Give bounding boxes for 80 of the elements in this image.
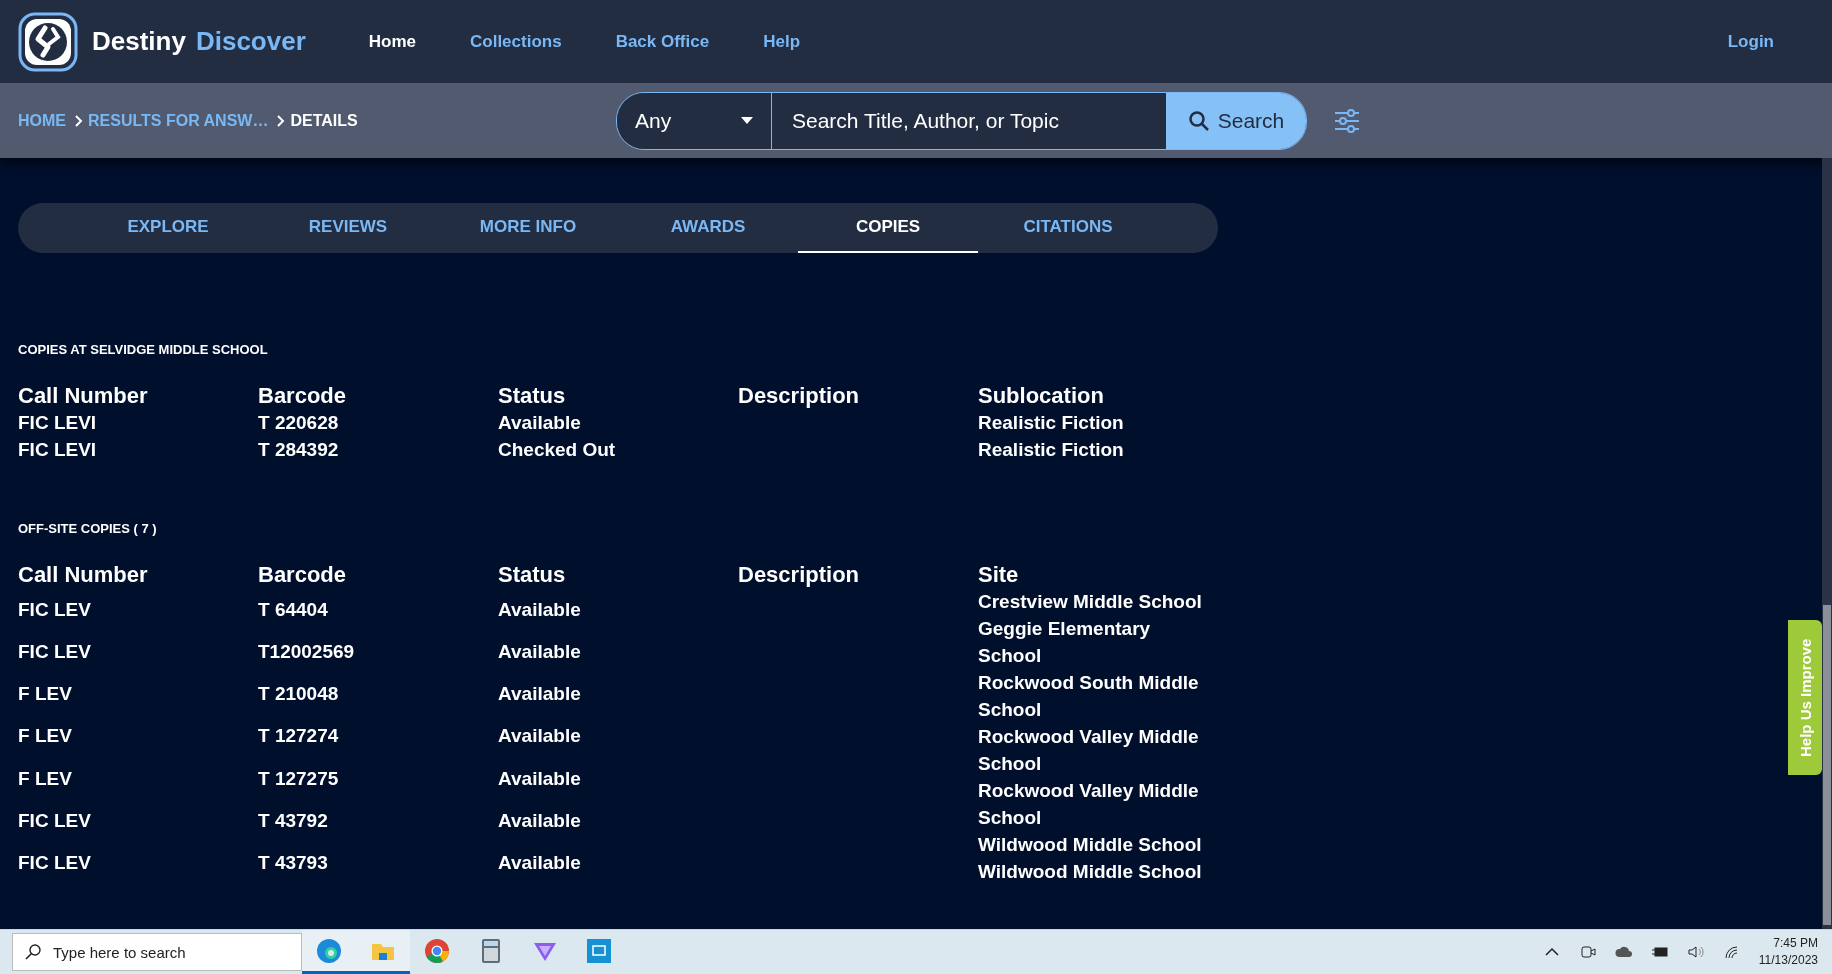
table-cell-text: Wildwood Middle School [978, 860, 1203, 884]
nav-link[interactable]: Home [341, 31, 443, 52]
nav-link[interactable]: Back Office [588, 31, 737, 52]
clock-time: 7:45 PM [1773, 935, 1818, 952]
chevron-icon [276, 113, 287, 128]
table-cell-text: T 127275 [258, 766, 339, 791]
column-header: Call Number [18, 562, 149, 588]
column-header: Barcode [258, 383, 348, 409]
column-header: Description [738, 562, 861, 588]
tab[interactable]: MORE INFO [438, 203, 618, 253]
table-cell-text: Available [498, 766, 581, 791]
table-cell-text: Rockwood South Middle School [978, 671, 1200, 722]
cloud-icon[interactable] [1614, 944, 1633, 960]
nav-link[interactable]: Help [736, 31, 827, 52]
camera-icon[interactable] [1578, 944, 1597, 960]
table-cell-text: Available [498, 808, 581, 833]
search-icon [25, 944, 41, 960]
section-title: OFF-SITE COPIES ( 7 ) [18, 521, 158, 536]
taskbar-app[interactable] [302, 930, 356, 974]
filter-sliders-icon[interactable] [1333, 106, 1361, 135]
clock[interactable]: 7:45 PM 11/13/2023 [1758, 935, 1818, 969]
table-cell-text: FIC LEVI [18, 411, 98, 435]
taskbar-search-field[interactable]: Type here to search [12, 933, 302, 971]
network-app-icon [586, 937, 612, 964]
table-cell-text: Crestview Middle School [978, 590, 1203, 614]
battery-icon[interactable] [1650, 944, 1669, 960]
table-cell-text: T 43792 [258, 808, 328, 833]
table-cell-text: T 64404 [258, 598, 328, 622]
table-cell-text: F LEV [18, 766, 72, 791]
column-header: Call Number [18, 383, 149, 409]
table-cell-text: F LEV [18, 724, 72, 749]
column-header: Sublocation [978, 383, 1105, 409]
table-cell-text: Available [498, 598, 581, 622]
nav-link[interactable]: Collections [443, 31, 589, 52]
tab[interactable]: AWARDS [618, 203, 798, 253]
table-cell-text: Wildwood Middle School [978, 833, 1203, 857]
chevron-icon [74, 113, 84, 128]
table-cell-text: FIC LEV [18, 640, 91, 665]
column-header: Site [978, 562, 1020, 588]
table-cell-text: Realistic Fiction [978, 411, 1125, 435]
brand-name-accent: Discover [195, 26, 306, 57]
tab[interactable]: COPIES [798, 203, 978, 253]
table-cell-text: Rockwood Valley Middle School [978, 725, 1200, 776]
tab[interactable]: EXPLORE [78, 203, 258, 253]
table-cell-text: Geggie Elementary School [978, 617, 1152, 668]
table-cell-text: Available [498, 724, 581, 749]
table-cell-text: Available [498, 411, 582, 435]
clock-date: 11/13/2023 [1758, 952, 1818, 969]
table-cell-text: Available [498, 640, 581, 665]
column-header: Description [738, 383, 861, 409]
table-cell-text: FIC LEVI [18, 438, 98, 462]
logo-icon [18, 11, 78, 72]
table-cell-text: Available [498, 682, 581, 707]
column-header: Status [498, 383, 567, 409]
table-cell-text: FIC LEV [18, 850, 91, 875]
scrollbar-thumb[interactable] [1823, 605, 1831, 925]
login-link[interactable]: Login [1721, 30, 1780, 53]
section-title: COPIES AT SELVIDGE MIDDLE SCHOOL [18, 342, 269, 357]
table-cell-text: F LEV [18, 682, 72, 707]
table-cell-text: Available [498, 850, 581, 875]
table-cell-text: FIC LEV [18, 598, 91, 622]
table-cell-text: T 210048 [258, 682, 339, 707]
table-cell-text: Rockwood Valley Middle School [978, 779, 1200, 830]
tab[interactable]: REVIEWS [258, 203, 438, 253]
table-cell-text: Checked Out [498, 438, 617, 462]
speaker-icon[interactable] [1686, 944, 1705, 960]
table-cell-text: T 43793 [258, 850, 328, 875]
table-cell-text: Realistic Fiction [978, 438, 1125, 462]
chrome-icon [424, 937, 450, 964]
table-cell-text: T 284392 [258, 438, 340, 462]
column-header: Barcode [258, 562, 348, 588]
browser-icon [316, 937, 342, 964]
brand-name: Destiny [92, 26, 186, 57]
table-cell-text: FIC LEV [18, 808, 91, 833]
table-cell-text: T 220628 [258, 411, 340, 435]
table-cell-text: T12002569 [258, 640, 355, 665]
taskbar-app[interactable] [356, 930, 410, 974]
column-header: Status [498, 562, 567, 588]
table-cell-text: T 127274 [258, 724, 339, 749]
tab[interactable]: CITATIONS [978, 203, 1158, 253]
